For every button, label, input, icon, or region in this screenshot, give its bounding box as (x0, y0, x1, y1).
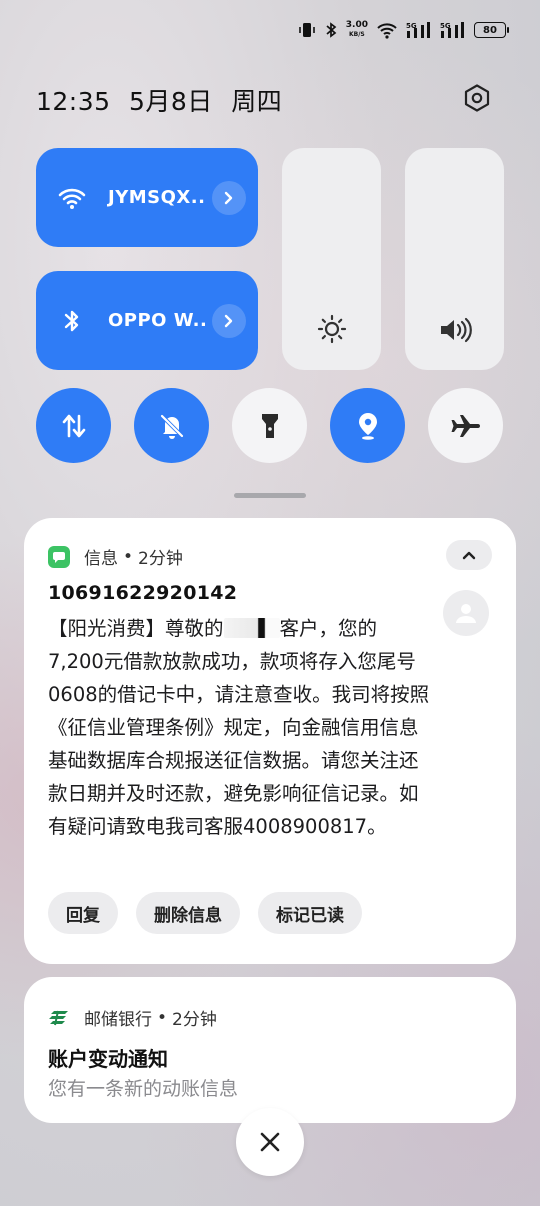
bluetooth-icon (324, 21, 338, 39)
bank-notification[interactable]: 邮储银行 • 2分钟 账户变动通知 您有一条新的动账信息 (24, 977, 516, 1123)
app-name: 邮储银行 (84, 1010, 152, 1030)
delete-message-button[interactable]: 删除信息 (136, 892, 240, 934)
vibrate-icon (298, 21, 316, 39)
wifi-tile[interactable]: JYMSQX.. (36, 148, 258, 247)
sun-icon (317, 314, 346, 344)
gear-icon (464, 84, 490, 112)
chevron-right-icon (224, 314, 233, 327)
bluetooth-device-name: OPPO W.. (108, 310, 208, 331)
clear-all-button[interactable] (236, 1108, 304, 1176)
speaker-icon (440, 317, 472, 343)
network-speed: 3.00 KB/S (346, 21, 368, 39)
messages-app-icon (48, 545, 70, 568)
wifi-icon (36, 186, 108, 210)
separator: • (123, 546, 134, 567)
net-speed-unit: KB/S (349, 31, 365, 38)
weekday: 周四 (231, 87, 283, 116)
message-body-start: 【阳光消费】尊敬的 (48, 617, 224, 640)
notification-actions: 回复 删除信息 标记已读 (48, 892, 362, 934)
mark-read-button[interactable]: 标记已读 (258, 892, 362, 934)
bell-off-icon (160, 414, 183, 439)
notification-header: 邮储银行 • 2分钟 (48, 1005, 217, 1030)
volume-slider[interactable] (405, 148, 504, 370)
avatar (443, 590, 489, 636)
sender-number: 10691622920142 (48, 582, 238, 604)
notification-subtitle: 您有一条新的动账信息 (48, 1078, 239, 1100)
mobile-data-toggle[interactable] (36, 388, 111, 463)
app-name: 信息 (84, 549, 118, 569)
flashlight-toggle[interactable] (232, 388, 307, 463)
datetime: 12:35 5月8日 周四 (36, 82, 292, 118)
reply-button[interactable]: 回复 (48, 892, 118, 934)
person-icon (456, 604, 476, 623)
location-toggle[interactable] (330, 388, 405, 463)
bluetooth-details-button[interactable] (212, 303, 246, 338)
notification-time: 2分钟 (138, 549, 183, 569)
wifi-icon (376, 21, 398, 39)
mute-toggle[interactable] (134, 388, 209, 463)
airplane-icon (451, 414, 480, 437)
notification-header: 信息 • 2分钟 (48, 544, 183, 569)
signal-icon: 5G (440, 21, 466, 39)
close-icon (260, 1132, 280, 1152)
message-notification[interactable]: 信息 • 2分钟 10691622920142 【阳光消费】尊敬的 客户，您的7,… (24, 518, 516, 964)
panel-drag-handle[interactable] (234, 493, 306, 498)
battery-icon: 80 (474, 22, 509, 38)
flashlight-icon (261, 413, 278, 438)
location-icon (358, 412, 377, 440)
collapse-button[interactable] (446, 540, 492, 570)
data-arrows-icon (62, 414, 85, 437)
chevron-right-icon (224, 191, 233, 204)
message-body: 【阳光消费】尊敬的 客户，您的7,200元借款放款成功，款项将存入您尾号0608的… (48, 612, 430, 843)
airplane-mode-toggle[interactable] (428, 388, 503, 463)
bluetooth-icon (36, 307, 108, 335)
battery-level: 80 (483, 24, 497, 36)
redacted-text (223, 618, 280, 638)
notification-time: 2分钟 (172, 1010, 217, 1030)
net-speed-value: 3.00 (345, 20, 368, 30)
notification-title: 账户变动通知 (48, 1047, 168, 1071)
message-body-rest: 客户，您的7,200元借款放款成功，款项将存入您尾号0608的借记卡中，请注意查… (48, 617, 430, 838)
separator: • (157, 1007, 168, 1028)
wifi-network-name: JYMSQX.. (108, 187, 206, 208)
chevron-up-icon (462, 551, 476, 560)
clock-time: 12:35 (36, 87, 111, 116)
wifi-details-button[interactable] (212, 180, 246, 215)
bluetooth-tile[interactable]: OPPO W.. (36, 271, 258, 370)
signal-icon: 5G (406, 21, 432, 39)
settings-button[interactable] (457, 78, 497, 118)
brightness-slider[interactable] (282, 148, 381, 370)
postal-bank-app-icon (48, 1007, 70, 1029)
date: 5月8日 (129, 87, 213, 116)
status-bar: 3.00 KB/S 5G 5G 80 (298, 18, 509, 42)
